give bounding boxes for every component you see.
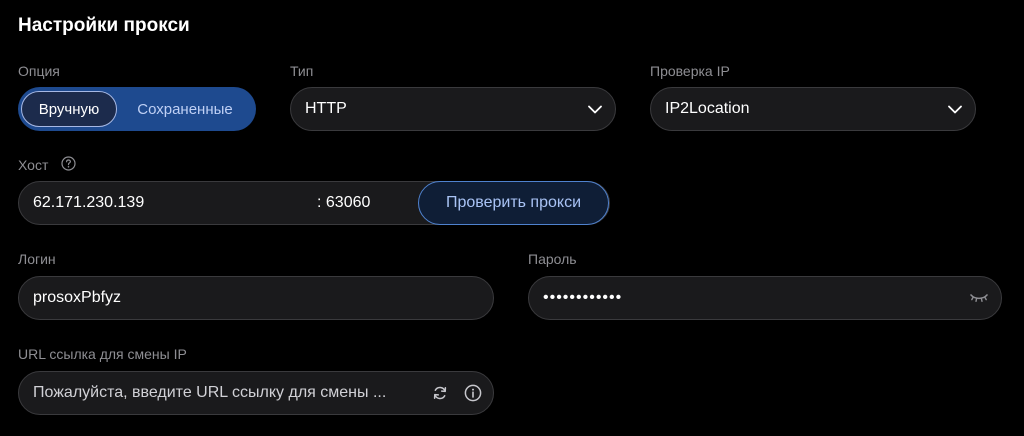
check-proxy-button[interactable]: Проверить прокси bbox=[418, 181, 609, 225]
login-input[interactable]: prosoxPbfyz bbox=[18, 276, 494, 320]
type-label: Тип bbox=[290, 63, 314, 79]
host-address-input[interactable]: 62.171.230.139 bbox=[19, 194, 317, 212]
option-segmented-control: Вручную Сохраненные bbox=[18, 87, 256, 131]
url-placeholder: Пожалуйста, введите URL ссылку для смены… bbox=[33, 384, 387, 401]
tab-saved[interactable]: Сохраненные bbox=[117, 91, 253, 127]
password-input[interactable]: •••••••••••• bbox=[528, 276, 1002, 320]
chevron-down-icon bbox=[935, 105, 975, 114]
chevron-down-icon bbox=[575, 105, 615, 114]
type-select[interactable]: HTTP bbox=[290, 87, 616, 131]
page-title: Настройки прокси bbox=[18, 15, 190, 36]
tab-manual[interactable]: Вручную bbox=[21, 91, 117, 127]
ip-check-select[interactable]: IP2Location bbox=[650, 87, 976, 131]
ip-check-label: Проверка IP bbox=[650, 63, 730, 79]
eye-closed-icon[interactable] bbox=[957, 293, 1001, 303]
proxy-settings-panel: Настройки прокси Опция Вручную Сохраненн… bbox=[0, 0, 1024, 436]
question-circle-icon[interactable] bbox=[61, 156, 76, 171]
password-value: •••••••••••• bbox=[543, 289, 623, 306]
host-port-input[interactable]: : 63060 bbox=[317, 194, 417, 212]
host-label: Хост bbox=[18, 157, 49, 173]
type-select-value: HTTP bbox=[305, 100, 347, 117]
url-input[interactable]: Пожалуйста, введите URL ссылку для смены… bbox=[18, 371, 494, 415]
login-value: prosoxPbfyz bbox=[33, 289, 122, 306]
ip-check-select-value: IP2Location bbox=[665, 100, 750, 117]
url-label: URL ссылка для смены IP bbox=[18, 346, 187, 362]
option-label: Опция bbox=[18, 63, 60, 79]
refresh-icon[interactable] bbox=[427, 385, 453, 401]
login-label: Логин bbox=[18, 251, 56, 267]
password-label: Пароль bbox=[528, 251, 577, 267]
info-circle-icon[interactable] bbox=[453, 384, 493, 402]
